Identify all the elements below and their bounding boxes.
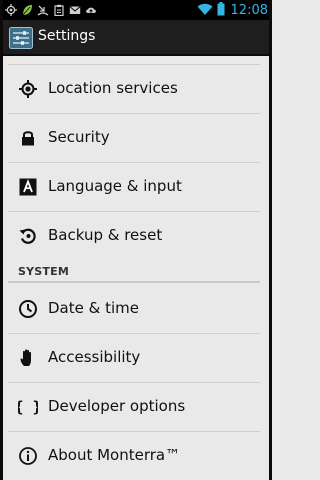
clipboard-icon: [53, 4, 65, 16]
clock-time: 12:08: [230, 2, 268, 18]
page-title: Settings: [38, 28, 96, 44]
about-phone-label: About Monterra™: [48, 446, 181, 464]
missed-call-icon: [37, 4, 49, 16]
lock-icon: [17, 127, 39, 149]
accessibility-label: Accessibility: [48, 348, 141, 366]
clock-icon: [17, 298, 39, 320]
system-status-icons: 12:08: [197, 1, 268, 20]
developer-options-label: Developer options: [48, 397, 186, 415]
language-input-label: Language & input: [48, 177, 182, 195]
braces-icon: { }: [17, 396, 39, 418]
security-label: Security: [48, 128, 110, 146]
battery-icon: [217, 1, 225, 20]
date-time-label: Date & time: [48, 299, 139, 317]
upload-icon: [85, 4, 97, 16]
settings-app-icon[interactable]: [9, 26, 33, 50]
section-header-system: SYSTEM: [18, 265, 69, 278]
keyboard-a-icon: [17, 176, 39, 198]
backup-reset-icon: [17, 225, 39, 247]
mail-icon: [69, 4, 81, 16]
location-icon: [17, 78, 39, 100]
location-services-label: Location services: [48, 79, 178, 97]
about-phone-item[interactable]: About Monterra™: [0, 432, 272, 480]
developer-options-item[interactable]: { } Developer options: [0, 383, 272, 431]
gps-icon: [5, 4, 17, 16]
hand-icon: [17, 347, 39, 369]
section-divider: [8, 281, 260, 283]
accessibility-item[interactable]: Accessibility: [0, 334, 272, 382]
status-bar: 12:08: [0, 0, 272, 20]
date-time-item[interactable]: Date & time: [0, 285, 272, 333]
backup-reset-label: Backup & reset: [48, 226, 163, 244]
leaf-icon: [21, 4, 33, 16]
svg-text:{ }: { }: [18, 398, 38, 416]
action-bar: Settings: [0, 20, 272, 56]
security-item[interactable]: Security: [0, 114, 272, 162]
language-input-item[interactable]: Language & input: [0, 163, 272, 211]
info-icon: [17, 445, 39, 467]
location-services-item[interactable]: Location services: [0, 65, 272, 113]
notification-icons: [5, 2, 97, 18]
backup-reset-item[interactable]: Backup & reset: [0, 212, 272, 260]
wifi-icon: [197, 1, 213, 20]
